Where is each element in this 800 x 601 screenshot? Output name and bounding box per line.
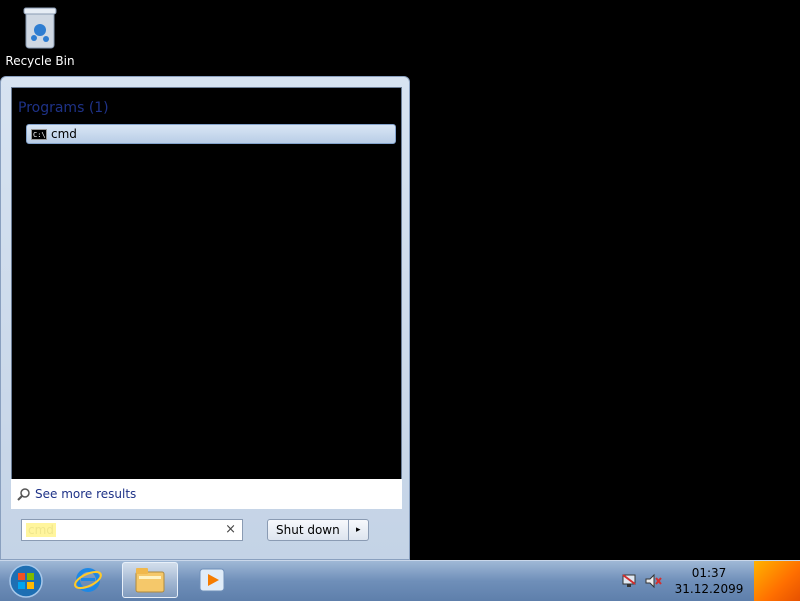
clock-date: 31.12.2099 [674, 582, 744, 596]
shutdown-button-group: Shut down ▸ [267, 519, 369, 541]
search-result-cmd[interactable]: C:\ cmd [26, 124, 396, 144]
cmd-icon: C:\ [31, 128, 47, 140]
internet-explorer-icon [74, 568, 102, 592]
taskbar-button-internet-explorer[interactable] [60, 562, 116, 598]
search-query-text: cmd [26, 523, 56, 537]
media-player-icon [199, 568, 225, 592]
taskbar-clock[interactable]: 01:37 31.12.2099 [668, 565, 750, 597]
show-desktop-button[interactable] [754, 561, 800, 601]
system-tray [620, 561, 668, 601]
search-magnifier-icon [17, 488, 30, 501]
start-search-input[interactable]: cmd × [21, 519, 243, 541]
search-result-label: cmd [51, 127, 77, 141]
see-more-label: See more results [35, 487, 137, 501]
folder-icon [135, 568, 165, 593]
shutdown-options-arrow-icon[interactable]: ▸ [348, 519, 369, 541]
taskbar-button-explorer[interactable] [122, 562, 178, 598]
taskbar: 01:37 31.12.2099 [0, 560, 800, 601]
clear-search-icon[interactable]: × [225, 522, 236, 537]
network-disconnected-icon[interactable] [620, 572, 638, 590]
desktop-icon-label: Recycle Bin [5, 54, 75, 68]
windows-orb-icon[interactable] [8, 563, 44, 599]
clock-time: 01:37 [691, 566, 727, 580]
shutdown-button[interactable]: Shut down [267, 519, 349, 541]
search-results-pane: Programs (1) C:\ cmd [11, 87, 402, 487]
taskbar-button-media-player[interactable] [184, 562, 240, 598]
section-header-programs: Programs (1) [18, 100, 109, 116]
see-more-results-link[interactable]: See more results [11, 479, 402, 509]
start-menu: Programs (1) C:\ cmd See more results cm… [0, 76, 410, 560]
ibeam-cursor-icon [135, 452, 141, 470]
recycle-bin-icon [23, 7, 57, 49]
speaker-muted-icon[interactable] [644, 572, 662, 590]
desktop-icon-recycle-bin[interactable]: Recycle Bin [4, 4, 76, 68]
